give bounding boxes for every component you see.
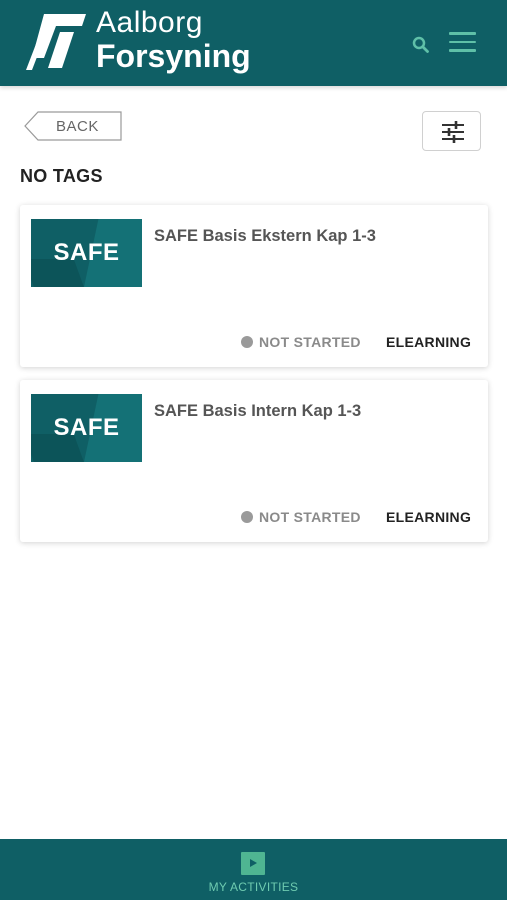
app-header: Aalborg Forsyning: [0, 0, 507, 86]
status-dot-icon: [241, 336, 253, 348]
status-text: NOT STARTED: [259, 509, 361, 525]
my-activities-label: MY ACTIVITIES: [208, 880, 299, 894]
activity-type: ELEARNING: [386, 334, 472, 350]
logo-line-2: Forsyning: [96, 38, 251, 74]
filter-button[interactable]: [422, 111, 481, 151]
card-title: SAFE Basis Ekstern Kap 1-3: [154, 227, 376, 245]
my-activities-nav-item[interactable]: MY ACTIVITIES: [196, 849, 311, 899]
card-thumbnail: SAFE: [31, 219, 142, 287]
status-label: NOT STARTED: [241, 334, 361, 350]
status-label: NOT STARTED: [241, 509, 361, 525]
back-label: BACK: [56, 118, 99, 135]
activity-card[interactable]: SAFE SAFE Basis Intern Kap 1-3 NOT START…: [20, 380, 488, 542]
sliders-filter-icon: [442, 121, 464, 143]
logo-text: Aalborg Forsyning: [96, 6, 251, 74]
activity-card[interactable]: SAFE SAFE Basis Ekstern Kap 1-3 NOT STAR…: [20, 205, 488, 367]
logo-line-1: Aalborg: [96, 6, 203, 39]
bottom-navigation: MY ACTIVITIES: [0, 839, 507, 900]
play-icon: [241, 852, 265, 875]
thumbnail-text: SAFE: [53, 414, 120, 441]
activity-type: ELEARNING: [386, 509, 472, 525]
section-title: NO TAGS: [20, 166, 103, 186]
thumbnail-text: SAFE: [53, 239, 120, 266]
search-icon[interactable]: [411, 35, 431, 55]
card-title: SAFE Basis Intern Kap 1-3: [154, 402, 362, 420]
status-text: NOT STARTED: [259, 334, 361, 350]
aalborg-forsyning-logo-icon: [26, 14, 86, 70]
back-button[interactable]: BACK: [24, 111, 122, 141]
card-thumbnail: SAFE: [31, 394, 142, 462]
status-dot-icon: [241, 511, 253, 523]
hamburger-menu-icon[interactable]: [449, 32, 477, 54]
